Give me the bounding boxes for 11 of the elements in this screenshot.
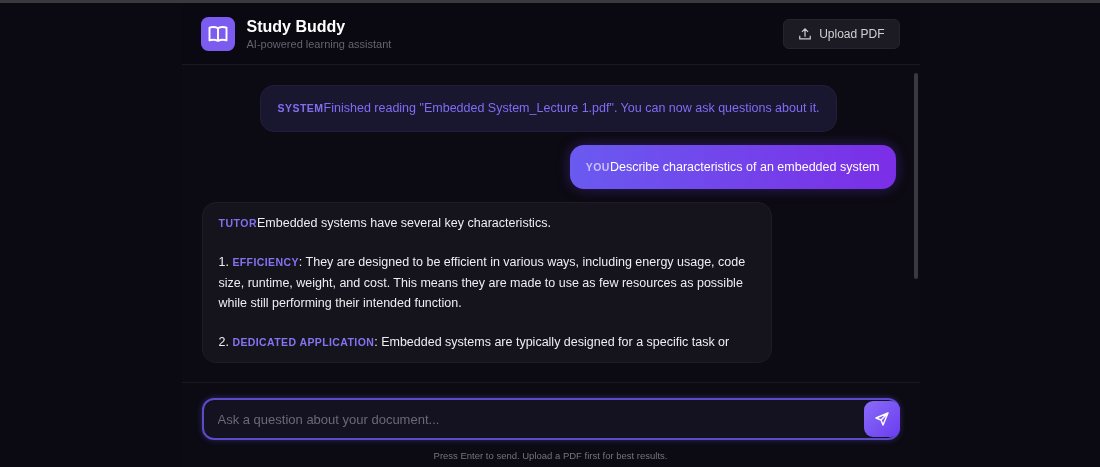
tutor-message: TUTOREmbedded systems have several key characteristics. 1. EFFICIENCY: They are designed to be efficient in various ways, including energy usage, code size, runtime, weight, and cost. This means they are made to use as few resources as possible while still performing their intended function. 2. DEDICATED APPLICATION: Embedded systems are typically designed for a specific task or (201, 202, 772, 364)
book-icon (200, 16, 235, 51)
user-message: YOUDescribe characteristics of an embedded system (569, 144, 896, 190)
send-button[interactable] (863, 401, 900, 437)
send-icon (873, 411, 890, 427)
app-title: Study Buddy (246, 17, 347, 36)
system-message: SYSTEMFinished reading "Embedded System_Lecture 1.pdf". You can now ask questions about it. (260, 85, 837, 132)
hint-text: Press Enter to send. Upload a PDF first for best results. (433, 450, 668, 461)
app-subtitle: AI-powered learning assistant (246, 37, 392, 50)
upload-icon (798, 26, 813, 41)
upload-button[interactable]: Upload PDF (783, 18, 900, 49)
